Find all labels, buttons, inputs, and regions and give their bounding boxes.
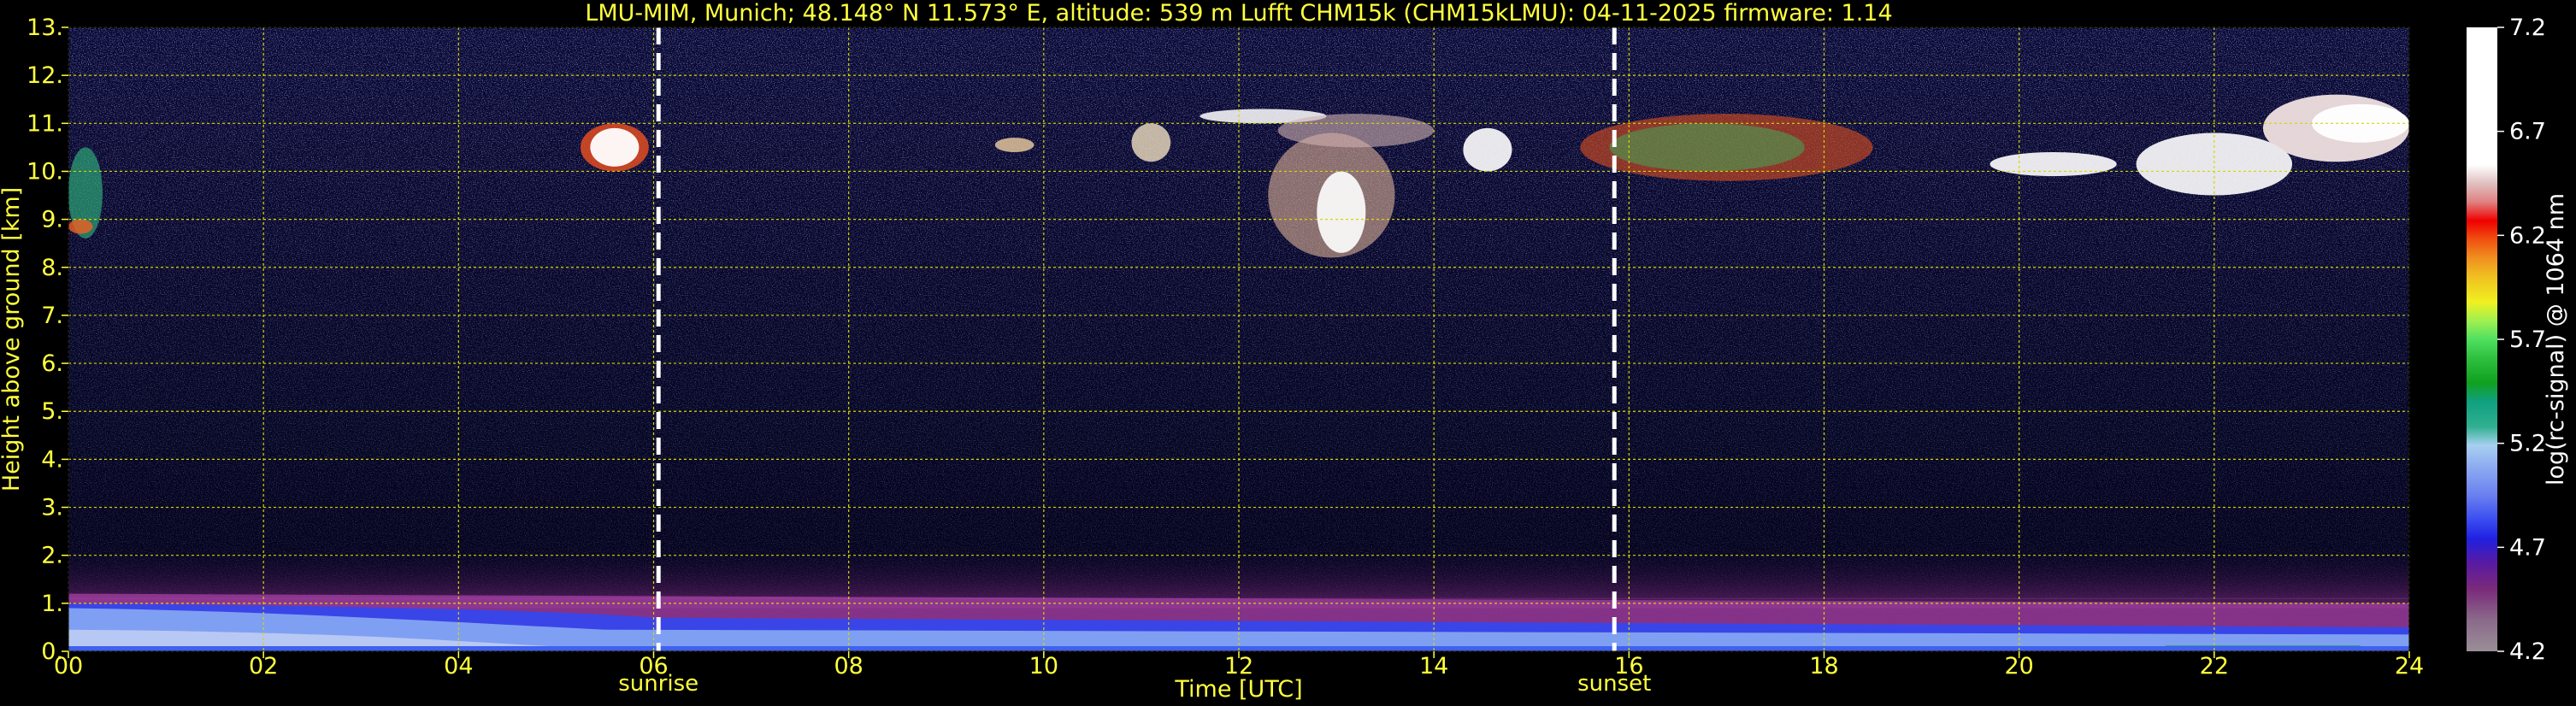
x-tick-label: 14 (1419, 653, 1448, 680)
cloud-0945 (994, 138, 1035, 152)
cloud-1100 (1131, 123, 1171, 162)
y-tick-label: 0. (41, 638, 63, 665)
y-axis-label: Height above ground [km] (0, 187, 25, 491)
x-tick-label: 02 (249, 653, 278, 680)
y-tick-label: 11. (27, 110, 63, 137)
colorbar-label: log(rc-signal) @ 1064 nm (2543, 193, 2569, 485)
cloud-band-1-green (1609, 123, 1805, 172)
y-tick-label: 3. (41, 495, 63, 521)
colorbar-tick-label: 6.2 (2509, 222, 2546, 249)
cloud-early-core (590, 127, 640, 167)
colorbar-tick-label: 5.2 (2509, 431, 2546, 457)
chart-title: LMU-MIM, Munich; 48.148° N 11.573° E, al… (585, 0, 1892, 26)
x-tick-label: 04 (444, 653, 473, 680)
x-tick-label: 18 (1809, 653, 1838, 680)
y-tick-label: 7. (41, 303, 63, 329)
colorbar-gradient (2467, 27, 2497, 651)
cloud-1300-core (1317, 171, 1366, 253)
x-tick-label: 20 (2004, 653, 2033, 680)
x-tick-label: 16 (1614, 653, 1643, 680)
cloud-band-2 (1989, 152, 2117, 177)
y-tick-label: 13. (27, 15, 63, 41)
colorbar-tick-label: 4.2 (2509, 638, 2546, 665)
cloud-left-spot (68, 219, 93, 234)
y-tick-label: 9. (41, 207, 63, 233)
y-tick-label: 2. (41, 543, 63, 569)
ceilometer-chart: sunrise sunset 00 02 04 06 08 10 12 14 16 18 20 22 24… (0, 0, 2569, 703)
colorbar-tick-label: 4.7 (2509, 534, 2546, 561)
y-tick-label: 8. (41, 255, 63, 281)
colorbar-tick-label: 5.7 (2509, 327, 2546, 353)
x-tick-label: 24 (2395, 653, 2424, 680)
x-tick-label: 22 (2200, 653, 2229, 680)
x-axis-label: Time [UTC] (1174, 676, 1302, 703)
colorbar-tick-label: 6.7 (2509, 119, 2546, 145)
y-tick-label: 10. (27, 158, 63, 185)
y-tick-label: 4. (41, 446, 63, 473)
cloud-1300-upper (1277, 114, 1435, 148)
colorbar: 4.2 4.7 5.2 5.7 6.2 6.7 7.2 log(rc-signal) @ 10… (2467, 15, 2569, 665)
y-tick-label: 12. (27, 62, 63, 89)
y-tick-label: 5. (41, 398, 63, 425)
colorbar-tick-label: 7.2 (2509, 15, 2546, 41)
x-tick-label: 08 (834, 653, 863, 680)
x-tick-label: 10 (1029, 653, 1058, 680)
x-tick-label: 06 (639, 653, 668, 680)
y-tick-label: 1. (41, 591, 63, 617)
y-tick-label: 6. (41, 350, 63, 377)
cloud-1430 (1463, 127, 1512, 172)
